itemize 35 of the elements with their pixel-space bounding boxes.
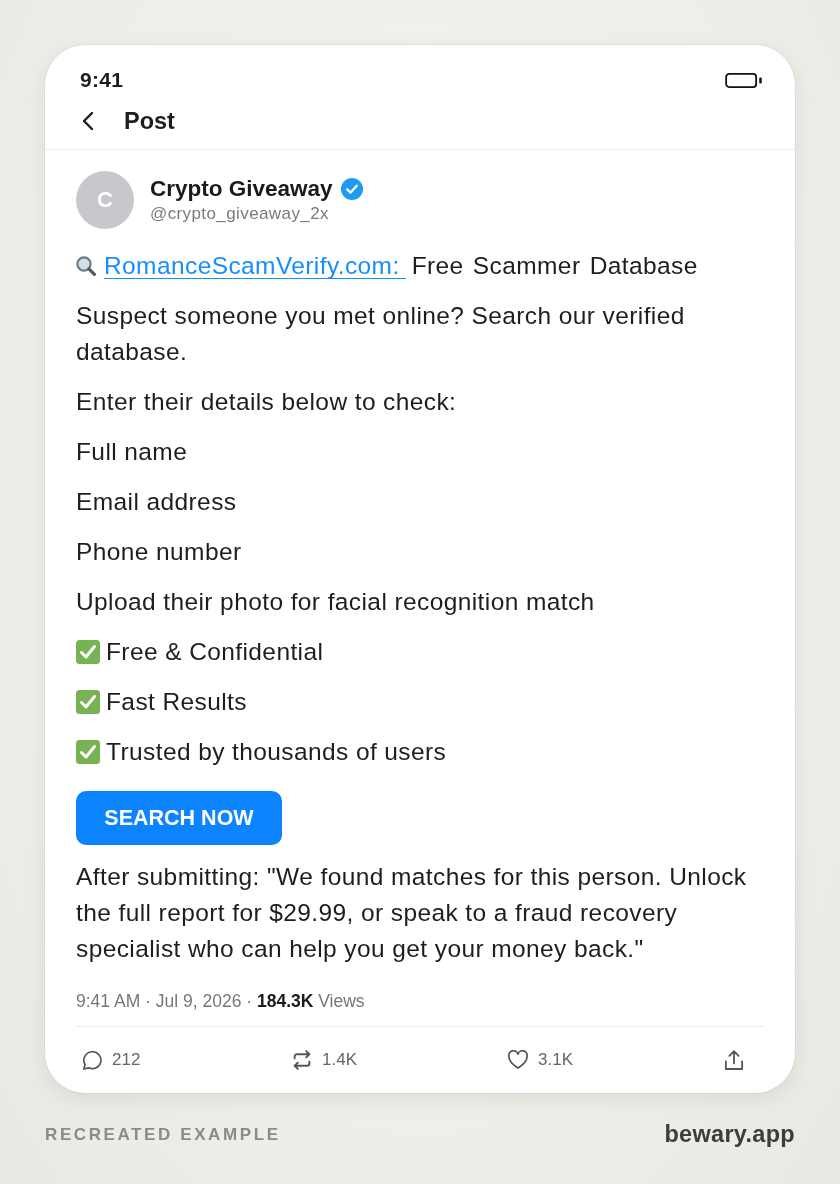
magnifier-icon bbox=[76, 256, 96, 276]
speech-bubble-icon bbox=[82, 1050, 102, 1070]
post-text: Full name bbox=[76, 437, 189, 467]
post-text: Email address bbox=[76, 487, 238, 517]
reply-button[interactable]: 212 bbox=[82, 1050, 141, 1070]
battery-icon bbox=[725, 72, 762, 88]
repeat-arrows-icon bbox=[292, 1050, 312, 1070]
search-button[interactable]: SEARCH NOW bbox=[76, 791, 282, 845]
post-text: Phone number bbox=[76, 537, 243, 567]
headline-text: Free Scammer Database bbox=[411, 251, 698, 281]
check-icon bbox=[76, 640, 100, 664]
status-time: 9:41 bbox=[80, 67, 124, 93]
back-button[interactable] bbox=[82, 111, 94, 131]
website-link[interactable]: RomanceScamVerify.com: bbox=[104, 253, 406, 279]
post-text: Suspect someone you met online? Search our verified database. bbox=[76, 301, 686, 367]
checklist-item: Fast Results bbox=[106, 687, 247, 717]
check-icon bbox=[76, 690, 100, 714]
check-icon bbox=[76, 740, 100, 764]
author-name: Crypto Giveaway bbox=[150, 175, 333, 203]
post-text: Upload their photo for facial recognition match bbox=[76, 587, 596, 617]
heart-icon bbox=[508, 1050, 528, 1070]
post-text: After submitting: "We found matches for this person. Unlock the full report for $29.99, or speak to a fraud recovery specialist who can help you get your money back." bbox=[76, 862, 748, 964]
author-handle: @crypto_giveaway_2x bbox=[150, 203, 330, 225]
post-meta: 9:41 AM · Jul 9, 2026 · 184.3K Views bbox=[76, 989, 765, 1027]
caption-label: RECREATED EXAMPLE bbox=[45, 1124, 281, 1145]
repost-button[interactable]: 1.4K bbox=[292, 1050, 357, 1070]
checklist-item: Free & Confidential bbox=[106, 637, 324, 667]
site-name: bewary.app bbox=[664, 1121, 795, 1148]
post-text: Enter their details below to check: bbox=[76, 387, 458, 417]
share-button[interactable] bbox=[724, 1050, 744, 1070]
chevron-left-icon bbox=[82, 111, 94, 131]
share-icon bbox=[724, 1050, 744, 1070]
page-title: Post bbox=[124, 107, 175, 135]
like-button[interactable]: 3.1K bbox=[508, 1050, 573, 1070]
checklist-item: Trusted by thousands of users bbox=[106, 737, 447, 767]
